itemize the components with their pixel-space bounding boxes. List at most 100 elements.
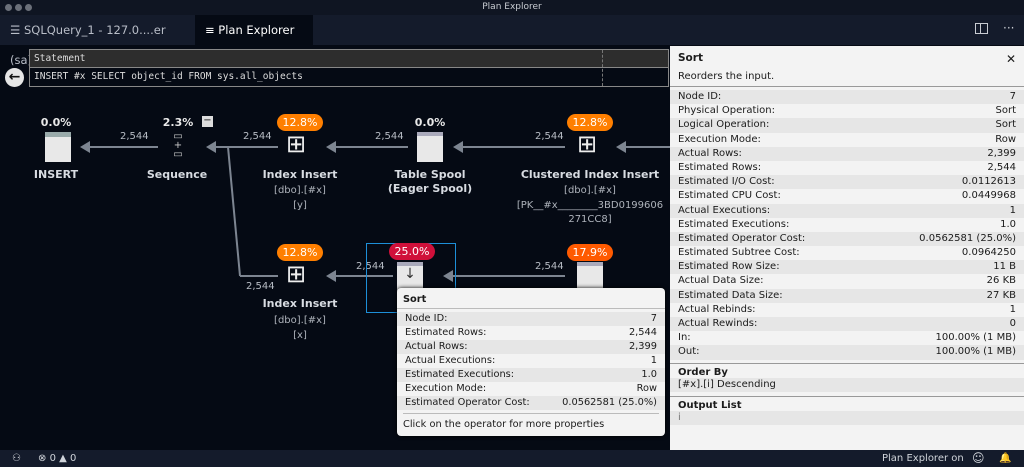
property-row: Out: 100.00% (1 MB) [670, 345, 1024, 360]
property-value: 11 B [993, 261, 1016, 273]
index-insert-icon: ⊞ [286, 260, 307, 288]
cost-badge: 25.0% [389, 243, 435, 260]
property-label: In: [678, 332, 691, 344]
status-bar: ⚇ ⊗ 0 ▲ 0 Plan Explorer on ☺ 🔔 [0, 450, 1024, 467]
table-spool-icon [417, 132, 443, 162]
property-value: 1.0 [641, 369, 657, 380]
property-label: Estimated Row Size: [678, 261, 780, 273]
output-list-label: Output List [670, 395, 1024, 411]
property-value: 7 [650, 313, 657, 324]
property-value: 1 [650, 355, 657, 366]
property-label: Estimated I/O Cost: [678, 176, 775, 188]
property-label: Node ID: [405, 313, 448, 324]
properties-panel: Sort ✕ Reorders the input. Node ID: 7 Phys… [670, 46, 1024, 450]
node-name: Table Spool [394, 168, 466, 181]
notifications-bell-icon[interactable]: 🔔 [999, 450, 1011, 467]
cost-badge: 12.8% [277, 244, 323, 261]
property-value: 27 KB [986, 289, 1016, 301]
property-row: Actual Executions: 1 [670, 203, 1024, 218]
property-value: 0.0112613 [961, 176, 1016, 188]
property-label: Node ID: [678, 91, 722, 102]
property-label: Logical Operation: [678, 119, 770, 131]
tooltip-title: Sort [397, 288, 665, 309]
clustered-index-insert-icon: ⊞ [577, 130, 598, 158]
property-label: Actual Executions: [405, 355, 496, 366]
order-by-label: Order By [670, 362, 1024, 378]
operator-tooltip: Sort Node ID: 7 Estimated Rows: 2,544 Actual… [397, 288, 665, 436]
property-label: Estimated Rows: [678, 161, 762, 173]
close-panel-icon[interactable]: ✕ [1006, 52, 1016, 66]
property-row: Estimated Executions: 1.0 [397, 368, 665, 382]
cost-badge: 12.8% [277, 114, 323, 131]
cost-pct: 0.0% [414, 116, 446, 129]
sequence-icon: ▭ + ▭ [173, 131, 183, 160]
property-row: Estimated Subtree Cost: 0.0964250 [670, 246, 1024, 260]
property-label: Actual Rebinds: [678, 303, 756, 315]
node-name: Clustered Index Insert [520, 168, 660, 181]
property-value: Row [636, 383, 657, 394]
row-count: 2,544 [375, 131, 404, 142]
property-row: Actual Rewinds: 0 [670, 317, 1024, 332]
property-value: 100.00% (1 MB) [935, 332, 1016, 344]
node-name-2: (Eager Spool) [387, 182, 473, 195]
node-object: [dbo].[#x] [274, 315, 326, 326]
panel-description: Reorders the input. [670, 69, 1024, 87]
property-value: 2,544 [628, 327, 657, 338]
property-value: Sort [995, 105, 1017, 117]
property-value: 0 [1009, 318, 1016, 329]
cost-pct: 0.0% [40, 116, 72, 129]
property-value: 100.00% (1 MB) [935, 346, 1016, 358]
node-name: Index Insert [262, 297, 338, 310]
panel-title: Sort [678, 52, 703, 64]
property-value: Row [995, 133, 1016, 145]
property-row: Execution Mode: Row [397, 382, 665, 396]
property-label: Execution Mode: [405, 383, 487, 394]
property-value: 2,399 [987, 147, 1016, 159]
row-count: 2,544 [535, 131, 564, 142]
property-value: 2,399 [628, 341, 657, 352]
property-label: Actual Rows: [405, 341, 468, 352]
cost-badge: 12.8% [567, 114, 613, 131]
collapse-button[interactable]: − [202, 116, 213, 127]
property-row: In: 100.00% (1 MB) [670, 331, 1024, 345]
property-value: 0.0562581 (25.0%) [562, 397, 657, 408]
property-value: 1.0 [1000, 218, 1016, 230]
feedback-smiley-icon[interactable]: ☺ [972, 450, 985, 467]
property-row: Estimated Rows: 2,544 [397, 326, 665, 340]
property-value: 2,544 [987, 161, 1016, 173]
property-row: Actual Rows: 2,399 [397, 340, 665, 354]
cost-pct: 2.3% [162, 116, 194, 129]
property-label: Execution Mode: [678, 133, 761, 145]
property-label: Actual Rows: [678, 147, 742, 159]
property-row: Estimated Executions: 1.0 [670, 218, 1024, 232]
tooltip-footer: Click on the operator for more propertie… [403, 413, 659, 430]
property-label: Physical Operation: [678, 105, 775, 117]
property-label: Actual Data Size: [678, 275, 764, 287]
property-label: Estimated Operator Cost: [678, 232, 806, 244]
property-label: Actual Rewinds: [678, 318, 758, 329]
order-by-value: [#x].[i] Descending [670, 377, 1024, 392]
index-insert-icon: ⊞ [286, 130, 307, 158]
property-label: Estimated Executions: [405, 369, 515, 380]
property-row: Actual Rows: 2,399 [670, 146, 1024, 161]
property-row: Actual Data Size: 26 KB [670, 274, 1024, 288]
more-actions-icon[interactable]: ··· [1003, 21, 1014, 35]
node-object: [dbo].[#x] [564, 185, 616, 196]
output-list-value: i [670, 410, 1024, 425]
property-row: Estimated Rows: 2,544 [670, 161, 1024, 175]
split-editor-icon[interactable] [975, 23, 988, 34]
property-row: Actual Executions: 1 [397, 354, 665, 368]
property-label: Out: [678, 346, 700, 358]
property-value: 26 KB [986, 275, 1016, 287]
warning-count: 0 [70, 453, 77, 464]
property-row: Node ID: 7 [397, 312, 665, 326]
property-label: Estimated Rows: [405, 327, 487, 338]
warning-icon: ▲ [59, 453, 67, 464]
property-row: Estimated CPU Cost: 0.0449968 [670, 189, 1024, 203]
errors-status[interactable]: ⊗ 0 ▲ 0 [38, 450, 76, 467]
node-index: [x] [293, 330, 307, 341]
node-index: [PK__#x________3BD0199606 [516, 200, 664, 211]
property-row: Execution Mode: Row [670, 133, 1024, 147]
property-value: 0.0449968 [961, 190, 1016, 202]
remote-icon[interactable]: ⚇ [12, 450, 21, 467]
